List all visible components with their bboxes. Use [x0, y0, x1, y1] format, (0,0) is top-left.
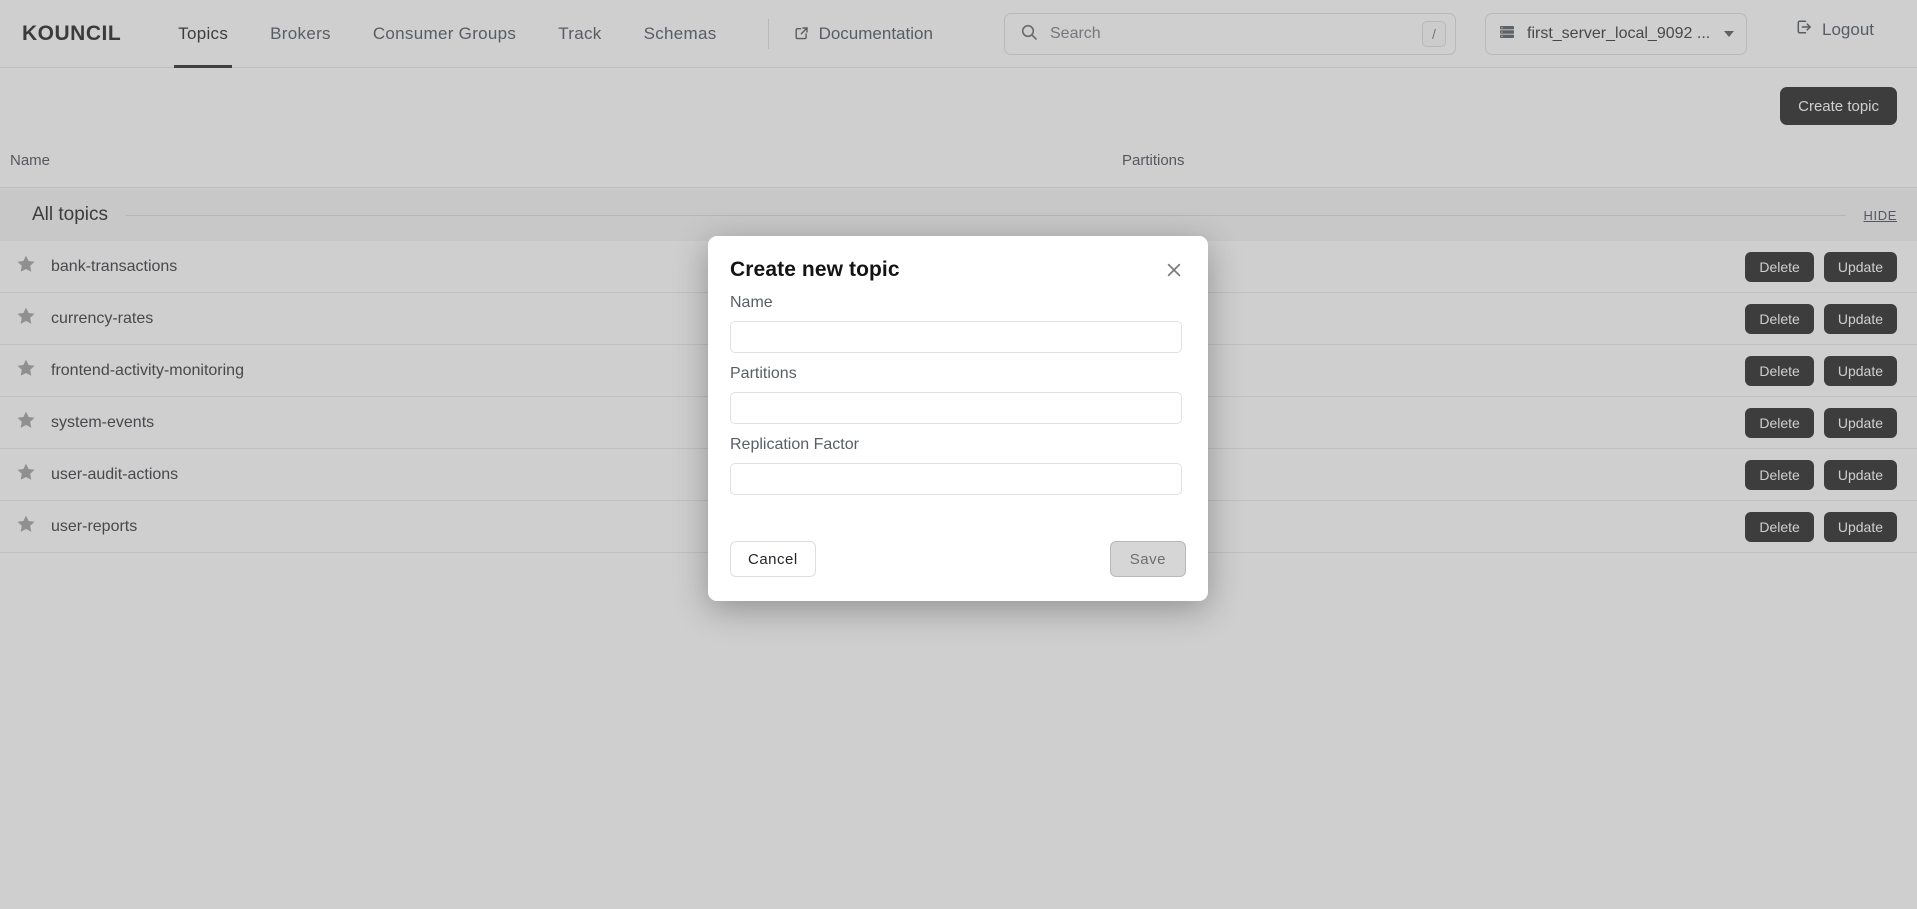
cancel-button[interactable]: Cancel: [730, 541, 816, 577]
dialog-actions: Cancel Save: [730, 541, 1186, 577]
field-label-replication-factor: Replication Factor: [730, 436, 859, 453]
dialog-header: Create new topic: [730, 258, 1186, 282]
dialog-title: Create new topic: [730, 258, 900, 281]
partitions-input[interactable]: [730, 392, 1182, 424]
field-label-partitions: Partitions: [730, 365, 797, 382]
replication-factor-input[interactable]: [730, 463, 1182, 495]
save-button[interactable]: Save: [1109, 541, 1186, 577]
create-topic-dialog: Create new topic Name Partitions Replica…: [708, 236, 1208, 601]
close-icon: [1164, 263, 1184, 283]
topic-name-input[interactable]: [730, 321, 1182, 353]
field-label-name: Name: [730, 294, 773, 311]
close-button[interactable]: [1162, 258, 1186, 282]
